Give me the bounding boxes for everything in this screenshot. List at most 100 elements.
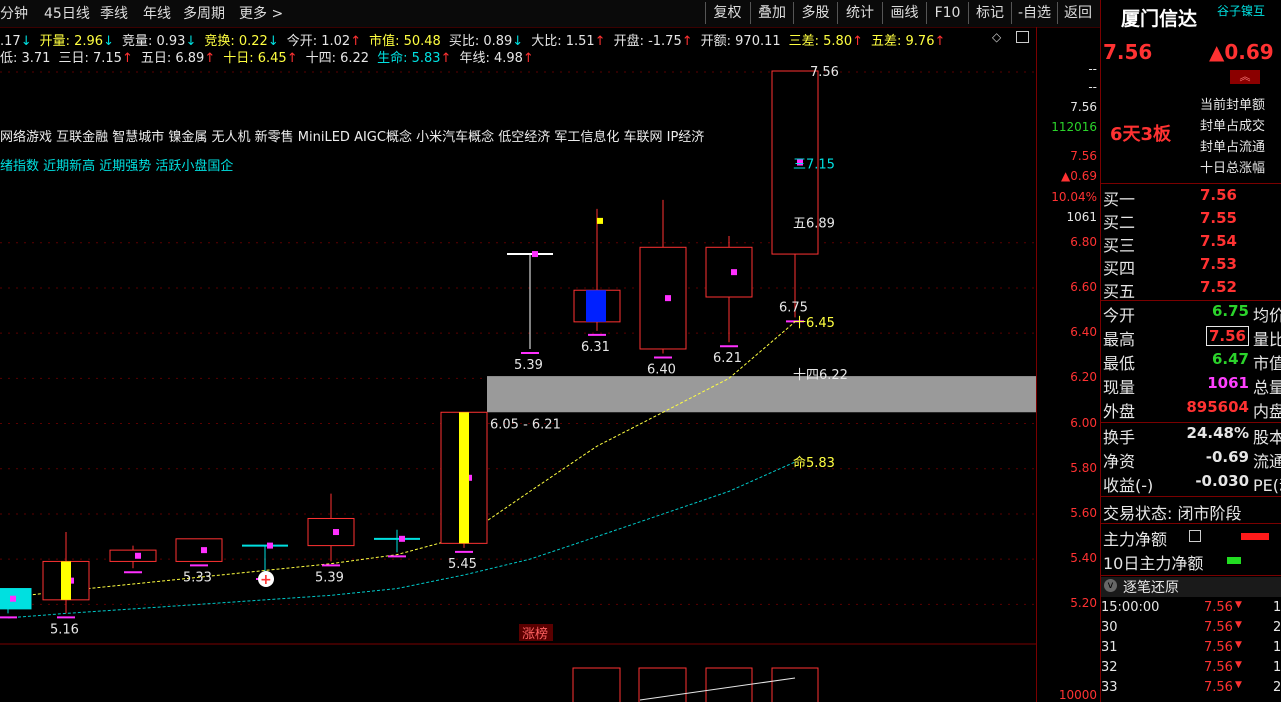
- bid-row-4[interactable]: 买五 7.52: [1101, 278, 1281, 301]
- diamond-icon[interactable]: ◇: [992, 30, 1001, 44]
- stat2-row-1: 净资 -0.69 流通: [1101, 448, 1281, 471]
- chevron-down-icon: v: [1104, 579, 1117, 592]
- toolbar-button-3[interactable]: 统计: [837, 2, 882, 24]
- tick-volume: 20: [1273, 680, 1281, 695]
- candle-body: [705, 246, 753, 298]
- marker-dot: [665, 295, 671, 302]
- bid-label: 买五: [1103, 282, 1136, 301]
- arrow-down-icon: ▼: [1235, 680, 1242, 690]
- flow-bar-red: [1241, 533, 1269, 540]
- period-multi[interactable]: 多周期: [183, 3, 225, 23]
- main-flow-row[interactable]: 主力净额: [1101, 526, 1281, 549]
- period-quarter[interactable]: 季线: [100, 3, 128, 23]
- stat-label: 今开: [1103, 306, 1136, 325]
- period-minute[interactable]: 分钟: [0, 3, 28, 23]
- stat-row-3: 现量 1061 总量: [1101, 374, 1281, 397]
- axis-info-1: --: [1088, 80, 1097, 94]
- tick-time: 15:00:00: [1101, 600, 1160, 615]
- window-icon[interactable]: [1016, 31, 1029, 43]
- arrow-down-icon: ▼: [1235, 600, 1242, 610]
- tick-time: 33: [1101, 680, 1118, 695]
- arrow-up-icon: ↑: [934, 34, 946, 49]
- stat-row-2: 最低 6.47 市值: [1101, 350, 1281, 373]
- stat-extra: 市值: [1253, 354, 1281, 373]
- period-45day[interactable]: 45日线: [44, 3, 90, 23]
- current-price: 7.56: [1103, 40, 1153, 64]
- gap-zone: [487, 376, 1036, 413]
- note-text: 十日总涨幅: [1200, 161, 1266, 176]
- seal-note-3: 十日总涨幅: [1200, 157, 1265, 176]
- bid-label: 买一: [1103, 190, 1136, 209]
- marker-dot: [731, 269, 737, 276]
- high-price-label: 7.56: [810, 65, 839, 80]
- toolbar-button-6[interactable]: 标记: [968, 2, 1011, 24]
- stat-label: 最低: [1103, 354, 1136, 373]
- price-change: ▲0.69: [1209, 40, 1274, 64]
- seal-note-2: 封单占流通: [1200, 136, 1265, 155]
- price-label: 5.45: [448, 557, 477, 572]
- flow10-row[interactable]: 10日主力净额: [1101, 550, 1281, 573]
- toolbar-button-0[interactable]: 复权: [705, 2, 749, 24]
- bid-label: 买三: [1103, 236, 1136, 255]
- stat-label: 最高: [1103, 330, 1136, 349]
- tick-price: 7.56: [1204, 620, 1233, 635]
- indicator-value: 开额: 970.11: [700, 34, 781, 49]
- bid-price: 7.54: [1199, 232, 1237, 250]
- stock-name: 厦门信达: [1121, 8, 1198, 30]
- bid-row-1[interactable]: 买二 7.55: [1101, 209, 1281, 232]
- bid-row-0[interactable]: 买一 7.56: [1101, 186, 1281, 209]
- price-tick: 6.00: [1070, 415, 1097, 430]
- tick-price: 7.56: [1204, 660, 1233, 675]
- stat-label: 换手: [1103, 428, 1136, 447]
- mark-badge: 涨榜: [522, 626, 548, 642]
- price-tick: 6.60: [1070, 279, 1097, 294]
- stat-value: 895604: [1186, 398, 1249, 416]
- chevron-up-icon[interactable]: ︽: [1230, 70, 1260, 84]
- price-label: 5.39: [514, 358, 543, 373]
- concept-tags-2: 绪指数 近期新高 近期强势 活跃小盘国企: [0, 159, 234, 174]
- stat-row-4: 外盘 895604 内盘: [1101, 398, 1281, 421]
- seal-note-1: 封单占成交: [1200, 115, 1265, 134]
- marker-dot: [135, 552, 141, 559]
- period-more[interactable]: 更多 >: [239, 3, 283, 23]
- plus-icon-glyph: +: [260, 572, 272, 588]
- indicator-indicators1-7: 大比: 1.51↑: [531, 34, 605, 49]
- divider: [1101, 422, 1281, 423]
- toolbar-button-2[interactable]: 多股: [793, 2, 837, 24]
- axis-info-3: 112016: [1051, 120, 1097, 134]
- tick-row: 15:00:00 7.56 ▼ 1: [1101, 600, 1281, 620]
- toolbar-button-8[interactable]: 返回: [1057, 2, 1098, 24]
- toolbar-button-1[interactable]: 叠加: [750, 2, 793, 24]
- tick-header[interactable]: v 逐笔还原: [1101, 577, 1281, 597]
- bid-label: 买二: [1103, 213, 1136, 232]
- price-tick: 5.80: [1070, 460, 1097, 475]
- blue-bar: [586, 290, 606, 322]
- indicator-value: 开盘: -1.75: [613, 34, 682, 49]
- marker-dot: [267, 542, 273, 549]
- ma-label: 命5.83: [793, 455, 835, 471]
- bid-row-2[interactable]: 买三 7.54: [1101, 232, 1281, 255]
- indicator-indicators1-11: 五差: 9.76↑: [871, 34, 945, 49]
- stat-value: -0.030: [1195, 472, 1249, 490]
- period-year[interactable]: 年线: [143, 3, 171, 23]
- stat-extra: 内盘: [1253, 402, 1281, 421]
- candle-body: [109, 549, 157, 562]
- toolbar-button-7[interactable]: -自选: [1011, 2, 1057, 24]
- toolbar-button-5[interactable]: F10: [926, 2, 968, 24]
- bid-price: 7.53: [1199, 255, 1237, 273]
- price-label: 6.31: [581, 340, 610, 355]
- divider: [1101, 575, 1281, 576]
- toolbar-button-4[interactable]: 画线: [882, 2, 926, 24]
- price-tick: 5.40: [1070, 551, 1097, 566]
- bid-row-3[interactable]: 买四 7.53: [1101, 255, 1281, 278]
- tick-time: 30: [1101, 620, 1118, 635]
- stat-value: 6.47: [1211, 350, 1249, 368]
- axis-info-2: 7.56: [1070, 100, 1097, 114]
- price-label: 5.16: [50, 622, 79, 637]
- arrow-down-icon: ▼: [1235, 640, 1242, 650]
- divider: [1101, 300, 1281, 301]
- ma-label: 十6.45: [793, 316, 835, 331]
- indicator-indicators1-10: 三差: 5.80↑: [789, 34, 863, 49]
- tick-volume: 2: [1273, 620, 1281, 635]
- stat-extra: 均价: [1253, 306, 1281, 325]
